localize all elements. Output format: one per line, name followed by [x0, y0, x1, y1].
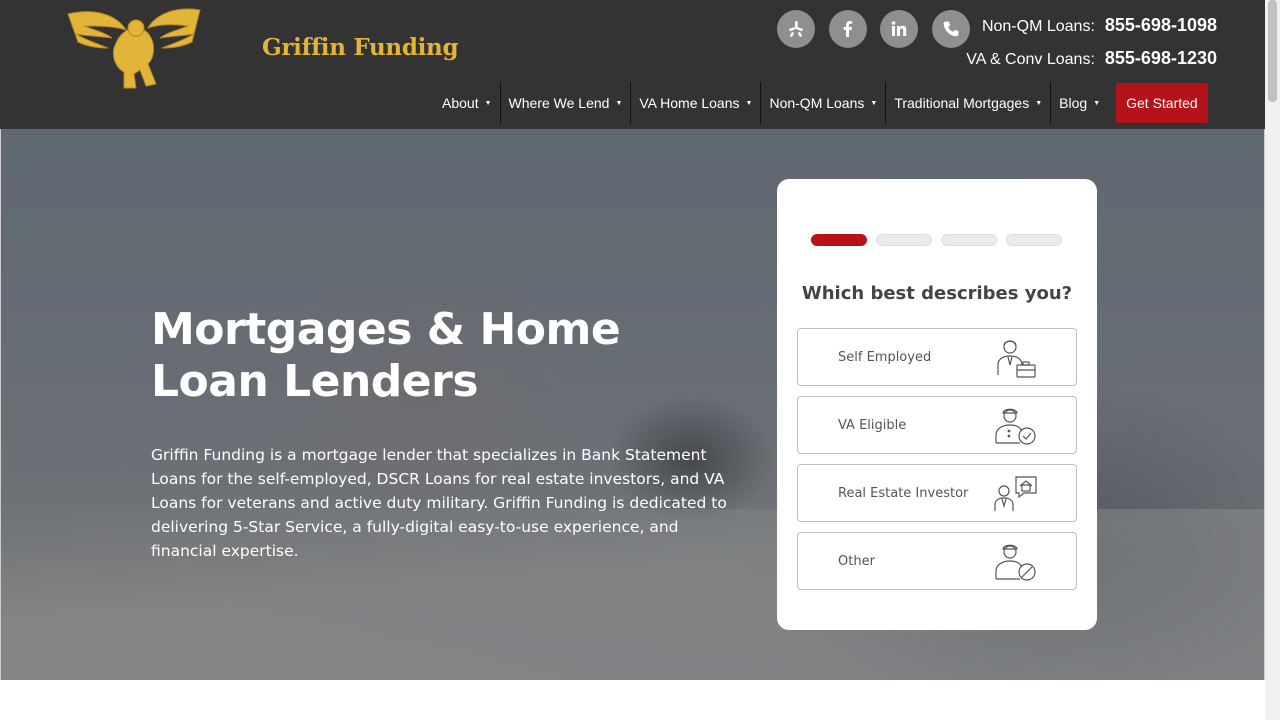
- nav-blog[interactable]: Blog ▼: [1050, 82, 1108, 124]
- nav-about[interactable]: About ▼: [434, 82, 500, 124]
- progress-step-2: [876, 234, 932, 246]
- nav-where-we-lend[interactable]: Where We Lend ▼: [499, 82, 631, 124]
- quiz-card: Which best describes you? Self Employed …: [777, 179, 1097, 630]
- phone-va-conv[interactable]: VA & Conv Loans: 855-698-1230: [966, 48, 1217, 69]
- nav-label: VA Home Loans: [639, 95, 740, 111]
- caret-down-icon: ▼: [870, 99, 878, 107]
- yelp-icon[interactable]: [777, 10, 815, 48]
- site-header: Griffin Funding Non-QM Loans: 855-698-10…: [0, 0, 1265, 129]
- option-va-eligible[interactable]: VA Eligible: [797, 396, 1077, 454]
- quiz-progress: [811, 234, 1062, 246]
- main-nav: About ▼ Where We Lend ▼ VA Home Loans ▼ …: [434, 82, 1208, 124]
- griffin-funding-logo[interactable]: Griffin Funding: [64, 4, 459, 90]
- progress-step-1: [811, 234, 867, 246]
- nav-label: Traditional Mortgages: [894, 95, 1030, 111]
- quiz-question: Which best describes you?: [801, 283, 1073, 304]
- nav-label: Non-QM Loans: [769, 95, 865, 111]
- scrollbar-thumb[interactable]: [1268, 0, 1277, 102]
- nav-label: Where We Lend: [508, 95, 610, 111]
- griffin-logo-icon: [67, 8, 201, 89]
- phone-label: Non-QM Loans:: [981, 18, 1095, 35]
- caret-down-icon: ▼: [484, 99, 492, 107]
- nav-label: About: [442, 95, 479, 111]
- caret-down-icon: ▼: [1093, 99, 1101, 107]
- phone-number[interactable]: 855-698-1230: [1105, 48, 1217, 69]
- progress-step-4: [1006, 234, 1062, 246]
- option-label: Real Estate Investor: [838, 485, 969, 501]
- caret-down-icon: ▼: [1035, 99, 1043, 107]
- option-other[interactable]: Other: [797, 532, 1077, 590]
- nav-label: Blog: [1059, 95, 1088, 111]
- caret-down-icon: ▼: [745, 99, 753, 107]
- nav-traditional-mortgages[interactable]: Traditional Mortgages ▼: [885, 82, 1050, 124]
- option-label: Self Employed: [838, 349, 932, 365]
- hero-description: Griffin Funding is a mortgage lender tha…: [151, 446, 727, 560]
- phone-non-qm[interactable]: Non-QM Loans: 855-698-1098: [982, 15, 1217, 36]
- option-real-estate-investor[interactable]: Real Estate Investor: [797, 464, 1077, 522]
- get-started-button[interactable]: Get Started: [1116, 83, 1208, 123]
- linkedin-icon[interactable]: [880, 10, 918, 48]
- option-label: VA Eligible: [838, 417, 907, 433]
- option-label: Other: [838, 553, 875, 569]
- va-eligible-icon: [995, 408, 1036, 445]
- caret-down-icon: ▼: [615, 99, 623, 107]
- other-icon: [995, 544, 1036, 581]
- phone-number[interactable]: 855-698-1098: [1105, 15, 1217, 36]
- phone-label: VA & Conv Loans:: [966, 51, 1095, 68]
- progress-step-3: [941, 234, 997, 246]
- hero-title-line: Mortgages & Home: [151, 304, 621, 355]
- hero-title-line: Loan Lenders: [151, 356, 479, 407]
- hero-title: Mortgages & Home Loan Lenders: [151, 304, 671, 408]
- investor-icon: [994, 476, 1037, 511]
- facebook-icon[interactable]: [829, 10, 867, 48]
- phone-icon[interactable]: [932, 10, 970, 48]
- nav-va-home-loans[interactable]: VA Home Loans ▼: [630, 82, 760, 124]
- logo-wordmark: Griffin Funding: [262, 34, 459, 61]
- nav-non-qm-loans[interactable]: Non-QM Loans ▼: [760, 82, 885, 124]
- self-employed-icon: [997, 340, 1036, 378]
- page-scrollbar[interactable]: [1265, 0, 1280, 720]
- option-self-employed[interactable]: Self Employed: [797, 328, 1077, 386]
